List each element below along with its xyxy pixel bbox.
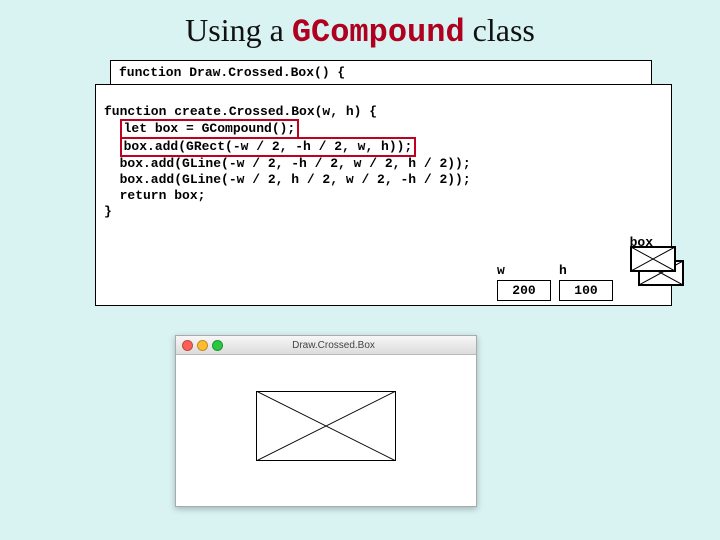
crossed-box-drawing — [256, 391, 396, 461]
close-icon[interactable] — [182, 340, 193, 351]
code-block: function create.Crossed.Box(w, h) { let … — [96, 98, 671, 226]
slide-title: Using a GCompound class — [0, 12, 720, 51]
var-h-label: h — [559, 263, 613, 278]
window-titlebar: Draw.Crossed.Box — [176, 336, 476, 355]
output-canvas — [176, 355, 476, 507]
var-w-value: 200 — [497, 280, 551, 301]
code-card-front: function create.Crossed.Box(w, h) { let … — [95, 84, 672, 306]
var-w-label: w — [497, 263, 551, 278]
var-h-value: 100 — [559, 280, 613, 301]
window-title: Draw.Crossed.Box — [197, 340, 470, 351]
back-code-line: function Draw.Crossed.Box() { — [111, 61, 651, 84]
crossed-box-icon — [630, 246, 676, 272]
title-suffix: class — [465, 12, 535, 48]
output-window: Draw.Crossed.Box — [175, 335, 477, 507]
var-w: w 200 — [497, 263, 551, 301]
title-prefix: Using a — [185, 12, 292, 48]
var-h: h 100 — [559, 263, 613, 301]
title-classname: GCompound — [292, 14, 465, 51]
